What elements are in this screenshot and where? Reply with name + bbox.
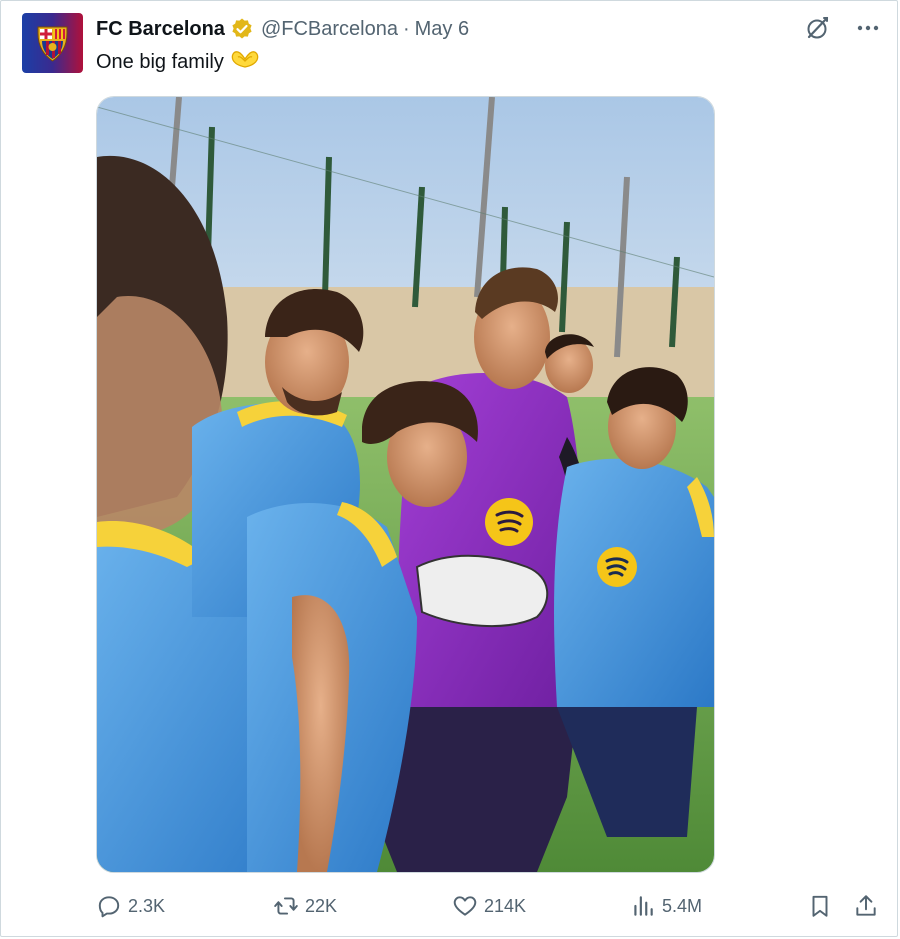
- reply-icon: [98, 896, 120, 918]
- reply-count: 2.3K: [128, 895, 166, 916]
- user-handle[interactable]: @FCBarcelona: [261, 18, 398, 41]
- tweet-media-photo[interactable]: [96, 96, 715, 873]
- tweet-text-row: One big family: [96, 48, 260, 76]
- display-name[interactable]: FC Barcelona: [96, 18, 225, 41]
- view-count: 5.4M: [662, 895, 703, 916]
- views-button[interactable]: 5.4M: [630, 888, 702, 924]
- avatar[interactable]: [22, 13, 83, 73]
- bookmark-button[interactable]: [807, 888, 833, 924]
- verified-badge-icon[interactable]: [230, 17, 254, 41]
- repost-button[interactable]: 22K: [273, 888, 337, 924]
- analytics-icon: [634, 896, 653, 916]
- reply-button[interactable]: 2.3K: [96, 888, 165, 924]
- separator-dot: ·: [402, 17, 410, 40]
- more-icon[interactable]: [854, 14, 882, 42]
- repost-icon: [274, 897, 298, 915]
- like-button[interactable]: 214K: [452, 888, 526, 924]
- tweet-text: One big family: [96, 50, 224, 73]
- tweet-date[interactable]: May 6: [415, 18, 469, 41]
- share-button[interactable]: [853, 888, 879, 924]
- bookmark-icon: [812, 895, 828, 917]
- repost-count: 22K: [305, 895, 338, 916]
- like-count: 214K: [484, 895, 527, 916]
- tweet-top-actions: [804, 14, 882, 42]
- tweet-action-bar: 2.3K 22K 214K 5.4M: [96, 888, 886, 924]
- grok-icon[interactable]: [804, 14, 832, 42]
- heart-icon: [453, 896, 477, 916]
- share-icon: [856, 895, 876, 916]
- tweet-header: FC Barcelona @FCBarcelona · May 6: [96, 14, 469, 44]
- heart-hands-icon: [230, 48, 260, 76]
